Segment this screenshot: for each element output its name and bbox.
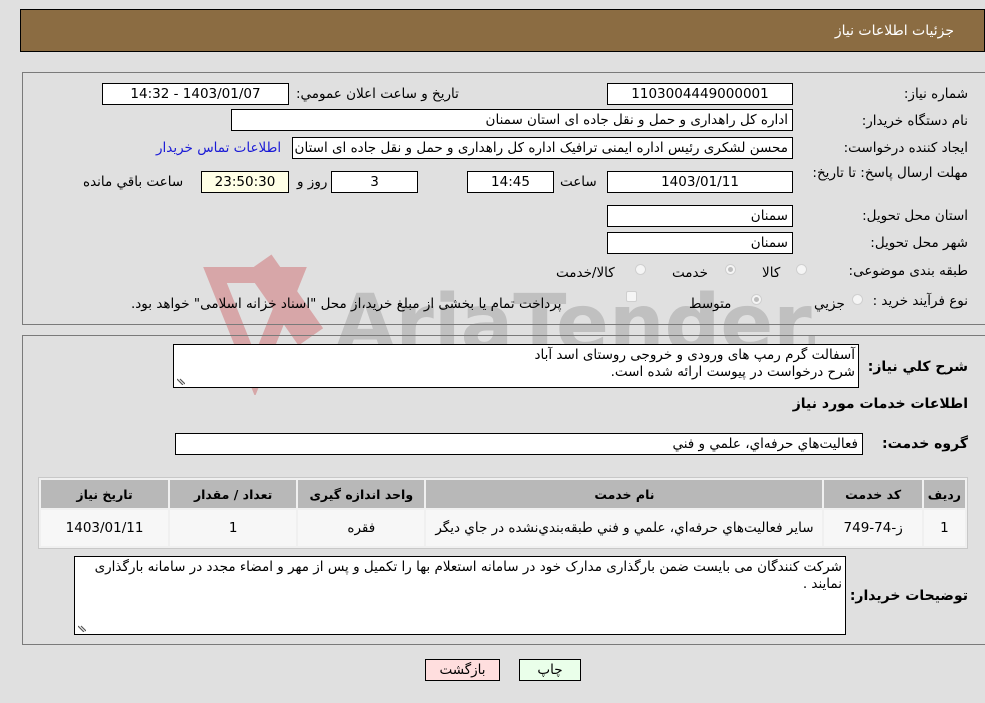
requester-field: محسن لشکری رئیس اداره ایمنی ترافیک اداره… [292, 137, 793, 159]
city-label: شهر محل تحويل: [870, 235, 968, 251]
table-header-row: رديف کد خدمت نام خدمت واحد اندازه گيری ت… [41, 480, 965, 508]
treasury-checkbox[interactable] [626, 291, 637, 302]
category-radio-goods[interactable] [796, 264, 807, 275]
category-option-goods-service: کالا/خدمت [556, 265, 615, 281]
announce-datetime-field: 1403/01/07 - 14:32 [102, 83, 289, 105]
cell-need-date: 1403/01/11 [41, 510, 169, 546]
purchase-option-medium: متوسط [689, 296, 732, 312]
announce-datetime-label: تاریخ و ساعت اعلان عمومي: [296, 86, 459, 102]
cell-quantity: 1 [170, 510, 297, 546]
days-label: روز و [297, 174, 328, 190]
city-field: سمنان [607, 232, 793, 254]
category-radio-service[interactable] [725, 264, 736, 275]
need-number-field: 1103004449000001 [607, 83, 793, 105]
purchase-option-minor: جزيي [814, 296, 845, 312]
resize-grip-icon[interactable] [177, 377, 185, 385]
province-label: استان محل تحويل: [862, 208, 968, 224]
requester-label: ايجاد کننده درخواست: [843, 140, 968, 156]
resize-grip-icon[interactable] [78, 624, 86, 632]
treasury-note: پرداخت تمام يا بخشی از مبلغ خريد،از محل … [131, 296, 562, 312]
purchase-radio-medium[interactable] [751, 294, 762, 305]
back-button[interactable]: بازگشت [425, 659, 500, 681]
cell-service-code: ز-74-749 [824, 510, 922, 546]
buyer-org-label: نام دستگاه خريدار: [861, 113, 968, 129]
buyer-notes-textarea[interactable]: شرکت کنندگان می بایست ضمن بارگذاری مدارک… [74, 556, 846, 635]
category-radio-goods-service[interactable] [635, 264, 646, 275]
page-header: جزئیات اطلاعات نیاز [20, 9, 985, 52]
buyer-contact-link[interactable]: اطلاعات تماس خريدار [156, 140, 281, 156]
col-header-unit: واحد اندازه گيری [298, 480, 425, 508]
col-header-row-number: رديف [923, 480, 965, 508]
service-group-field: فعاليت‌هاي حرفه‌اي، علمي و فني [175, 433, 863, 455]
service-group-label: گروه خدمت: [882, 436, 968, 452]
purchase-radio-minor[interactable] [852, 294, 863, 305]
category-label: طبقه بندی موضوعی: [848, 263, 968, 279]
buyer-notes-text: شرکت کنندگان می بایست ضمن بارگذاری مدارک… [94, 559, 842, 592]
need-number-label: شماره نیاز: [903, 86, 968, 102]
province-field: سمنان [607, 205, 793, 227]
days-field: 3 [331, 171, 418, 193]
col-header-service-name: نام خدمت [426, 480, 823, 508]
category-option-goods: کالا [762, 265, 781, 281]
remaining-label: ساعت باقي مانده [83, 174, 184, 190]
buyer-notes-label: توضيحات خريدار: [849, 588, 968, 604]
services-table: رديف کد خدمت نام خدمت واحد اندازه گيری ت… [38, 477, 968, 549]
col-header-service-code: کد خدمت [824, 480, 922, 508]
col-header-need-date: تاريخ نياز [41, 480, 169, 508]
cell-row-number: 1 [923, 510, 965, 546]
category-option-service: خدمت [672, 265, 708, 281]
deadline-date-field: 1403/01/11 [607, 171, 793, 193]
services-section-title: اطلاعات خدمات مورد نياز [792, 396, 968, 412]
deadline-time-field: 14:45 [467, 171, 554, 193]
buyer-org-field: اداره کل راهداری و حمل و نقل جاده ای است… [231, 109, 793, 131]
cell-unit: فقره [298, 510, 425, 546]
print-button[interactable]: چاپ [519, 659, 581, 681]
table-row: 1 ز-74-749 ساير فعاليت‌هاي حرفه‌اي، علمي… [41, 510, 965, 546]
deadline-time-label: ساعت [560, 174, 597, 190]
description-line-1: آسفالت گرم رمپ های ورودی و خروجی روستای … [534, 347, 856, 363]
purchase-type-label: نوع فرآيند خريد : [872, 293, 968, 309]
cell-service-name: ساير فعاليت‌هاي حرفه‌اي، علمي و فني طبقه… [426, 510, 823, 546]
deadline-label: مهلت ارسال پاسخ: تا تاريخ: [812, 165, 968, 181]
page-title: جزئیات اطلاعات نیاز [834, 23, 954, 39]
description-line-2: شرح درخواست در پیوست ارائه شده است. [610, 364, 855, 380]
col-header-quantity: تعداد / مقدار [170, 480, 297, 508]
description-textarea[interactable]: آسفالت گرم رمپ های ورودی و خروجی روستای … [173, 344, 859, 388]
remaining-time-field: 23:50:30 [201, 171, 289, 193]
description-label: شرح کلي نياز: [867, 359, 968, 375]
